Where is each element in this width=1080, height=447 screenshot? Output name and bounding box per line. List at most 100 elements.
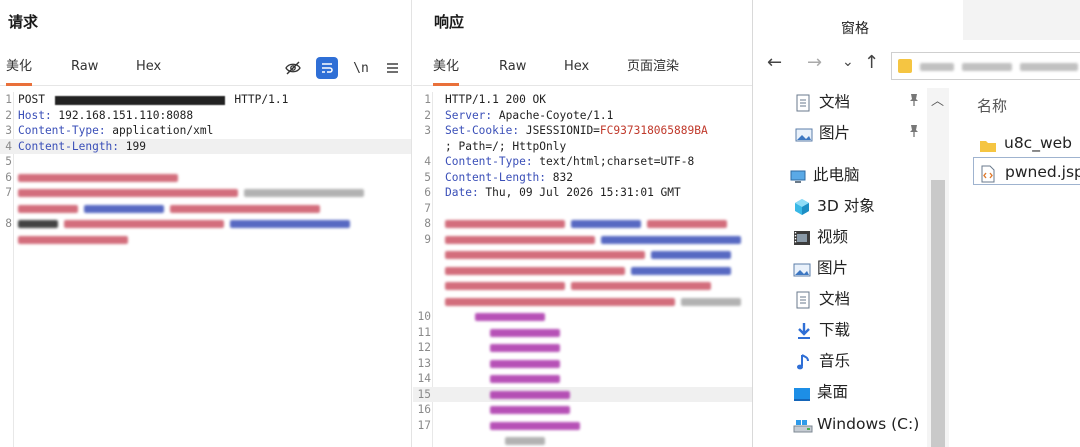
line-number: 2 bbox=[5, 108, 12, 122]
line-number: 11 bbox=[417, 325, 431, 339]
code-line: 4 Content-Length: 199 bbox=[0, 138, 411, 155]
line-text: Server: Apache-Coyote/1.1 bbox=[445, 108, 613, 124]
line-text: Set-Cookie: JSESSIONID=FC937318065889BA bbox=[445, 123, 708, 139]
line-number: 12 bbox=[417, 341, 431, 354]
newline-toggle-button[interactable]: \n bbox=[350, 57, 372, 79]
line-text bbox=[445, 294, 747, 310]
blurred-text bbox=[445, 266, 625, 275]
hide-icon[interactable] bbox=[282, 57, 304, 79]
pane-menu-label[interactable]: 窗格 bbox=[841, 18, 869, 38]
line-number: 13 bbox=[417, 356, 431, 370]
tree-item[interactable]: 桌面 bbox=[753, 378, 928, 406]
code-token: Content-Type: bbox=[18, 124, 113, 137]
response-editor[interactable]: 1 HTTP/1.1 200 OK 2 Server: Apache-Coyote/1… bbox=[413, 92, 753, 447]
file-item[interactable]: pwned.jsp bbox=[973, 157, 1080, 185]
tab-render[interactable]: 页面渲染 bbox=[627, 52, 679, 86]
pin-icon bbox=[908, 121, 920, 149]
line-text bbox=[18, 201, 326, 217]
blurred-text bbox=[490, 359, 560, 368]
tree-item-label: 下载 bbox=[819, 321, 851, 339]
tab-hex[interactable]: Hex bbox=[564, 52, 589, 86]
tree-item[interactable]: 图片 bbox=[753, 254, 928, 282]
code-line: 1 POST HTTP/1.1 bbox=[0, 92, 411, 108]
blurred-text bbox=[18, 189, 238, 197]
menu-icon[interactable] bbox=[381, 57, 403, 79]
tab-raw[interactable]: Raw bbox=[499, 52, 526, 86]
tree-item[interactable]: 3D 对象 bbox=[753, 192, 928, 220]
tree-item[interactable]: 下载 bbox=[753, 316, 928, 344]
pictures-icon bbox=[793, 259, 811, 277]
blurred-text bbox=[571, 220, 641, 228]
tree-item[interactable]: 视频 bbox=[753, 223, 928, 251]
recent-locations-icon[interactable]: ⌄ bbox=[842, 54, 854, 78]
forward-arrow-icon[interactable]: → bbox=[807, 52, 822, 76]
request-editor[interactable]: 1 POST HTTP/1.1 2 Host: 192.168.151.110:808… bbox=[0, 92, 411, 247]
code-token: HTTP/1.1 200 OK bbox=[445, 93, 547, 106]
line-text bbox=[18, 216, 356, 232]
tree-item[interactable]: 文档 bbox=[753, 88, 928, 116]
code-line: 9 bbox=[413, 232, 753, 248]
code-line: 17 bbox=[413, 418, 753, 434]
computer-icon bbox=[789, 166, 807, 183]
code-line bbox=[413, 433, 753, 447]
tab-pretty[interactable]: 美化 bbox=[433, 52, 460, 86]
tab-hex[interactable]: Hex bbox=[136, 52, 161, 86]
tree-item-label: 此电脑 bbox=[813, 166, 860, 184]
scroll-up-icon[interactable]: ︿ bbox=[931, 90, 944, 109]
ribbon-area bbox=[963, 0, 1080, 40]
navigation-bar: ← → ⌄ ↑ bbox=[753, 44, 1080, 84]
blurred-text bbox=[490, 344, 560, 352]
line-text bbox=[445, 402, 576, 418]
tree-item-label: 桌面 bbox=[817, 383, 849, 401]
code-token: Apache-Coyote/1.1 bbox=[498, 108, 614, 122]
code-line bbox=[0, 232, 411, 248]
code-line: 2 Server: Apache-Coyote/1.1 bbox=[413, 108, 753, 124]
document-icon bbox=[795, 290, 813, 309]
wrap-lines-icon[interactable] bbox=[316, 57, 338, 79]
tree-item[interactable]: Windows (C:) bbox=[753, 410, 928, 438]
line-text: Content-Length: 832 bbox=[445, 170, 573, 186]
tab-raw[interactable]: Raw bbox=[71, 52, 98, 86]
tree-scrollbar[interactable]: ︿ bbox=[927, 88, 949, 447]
tab-pretty[interactable]: 美化 bbox=[6, 52, 33, 86]
tree-item-label: 文档 bbox=[819, 290, 851, 308]
blurred-text bbox=[445, 235, 595, 244]
blurred-text bbox=[64, 220, 224, 228]
line-text bbox=[445, 216, 733, 232]
line-number: 1 bbox=[5, 93, 12, 106]
code-line: 8 bbox=[0, 216, 411, 232]
tree-item-label: 文档 bbox=[819, 93, 851, 111]
line-text: POST HTTP/1.1 bbox=[18, 92, 288, 108]
file-item[interactable]: u8c_web bbox=[973, 129, 1080, 157]
code-line: 5 Content-Length: 832 bbox=[413, 170, 753, 186]
tree-item[interactable]: 音乐 bbox=[753, 347, 928, 375]
line-text: Content-Length: 199 bbox=[18, 139, 146, 155]
line-number: 4 bbox=[424, 155, 431, 168]
scrollbar-thumb[interactable] bbox=[931, 180, 945, 447]
line-text: ; Path=/; HttpOnly bbox=[445, 139, 566, 155]
column-header-name[interactable]: 名称 bbox=[977, 95, 1007, 116]
request-tabs: 美化 Raw Hex \n bbox=[0, 52, 411, 86]
file-explorer: 窗格 ← → ⌄ ↑ 文档 图片 此电脑 3D 对象 视频 图片 文档 下载 音乐 桌面 Windo… bbox=[752, 0, 1080, 447]
line-number: 3 bbox=[5, 124, 12, 137]
blurred-text bbox=[681, 297, 741, 306]
tree-item[interactable]: 文档 bbox=[753, 285, 928, 313]
code-token: application/xml bbox=[112, 124, 214, 137]
code-line: 12 bbox=[413, 340, 753, 356]
blurred-text bbox=[244, 189, 364, 197]
tree-item[interactable]: 此电脑 bbox=[753, 161, 928, 189]
code-line: 5 bbox=[0, 154, 411, 170]
code-line: 11 bbox=[413, 325, 753, 341]
up-arrow-icon[interactable]: ↑ bbox=[864, 52, 879, 76]
address-bar[interactable] bbox=[891, 52, 1080, 80]
line-text: Host: 192.168.151.110:8088 bbox=[18, 108, 193, 124]
request-title: 请求 bbox=[8, 13, 39, 31]
tree-item[interactable]: 图片 bbox=[753, 119, 928, 147]
code-line: 16 bbox=[413, 402, 753, 418]
document-icon bbox=[795, 93, 813, 112]
line-number: 7 bbox=[5, 186, 12, 199]
code-line: 8 bbox=[413, 216, 753, 232]
blurred-text bbox=[631, 266, 731, 275]
back-arrow-icon[interactable]: ← bbox=[767, 52, 782, 76]
code-token: 199 bbox=[125, 139, 146, 153]
